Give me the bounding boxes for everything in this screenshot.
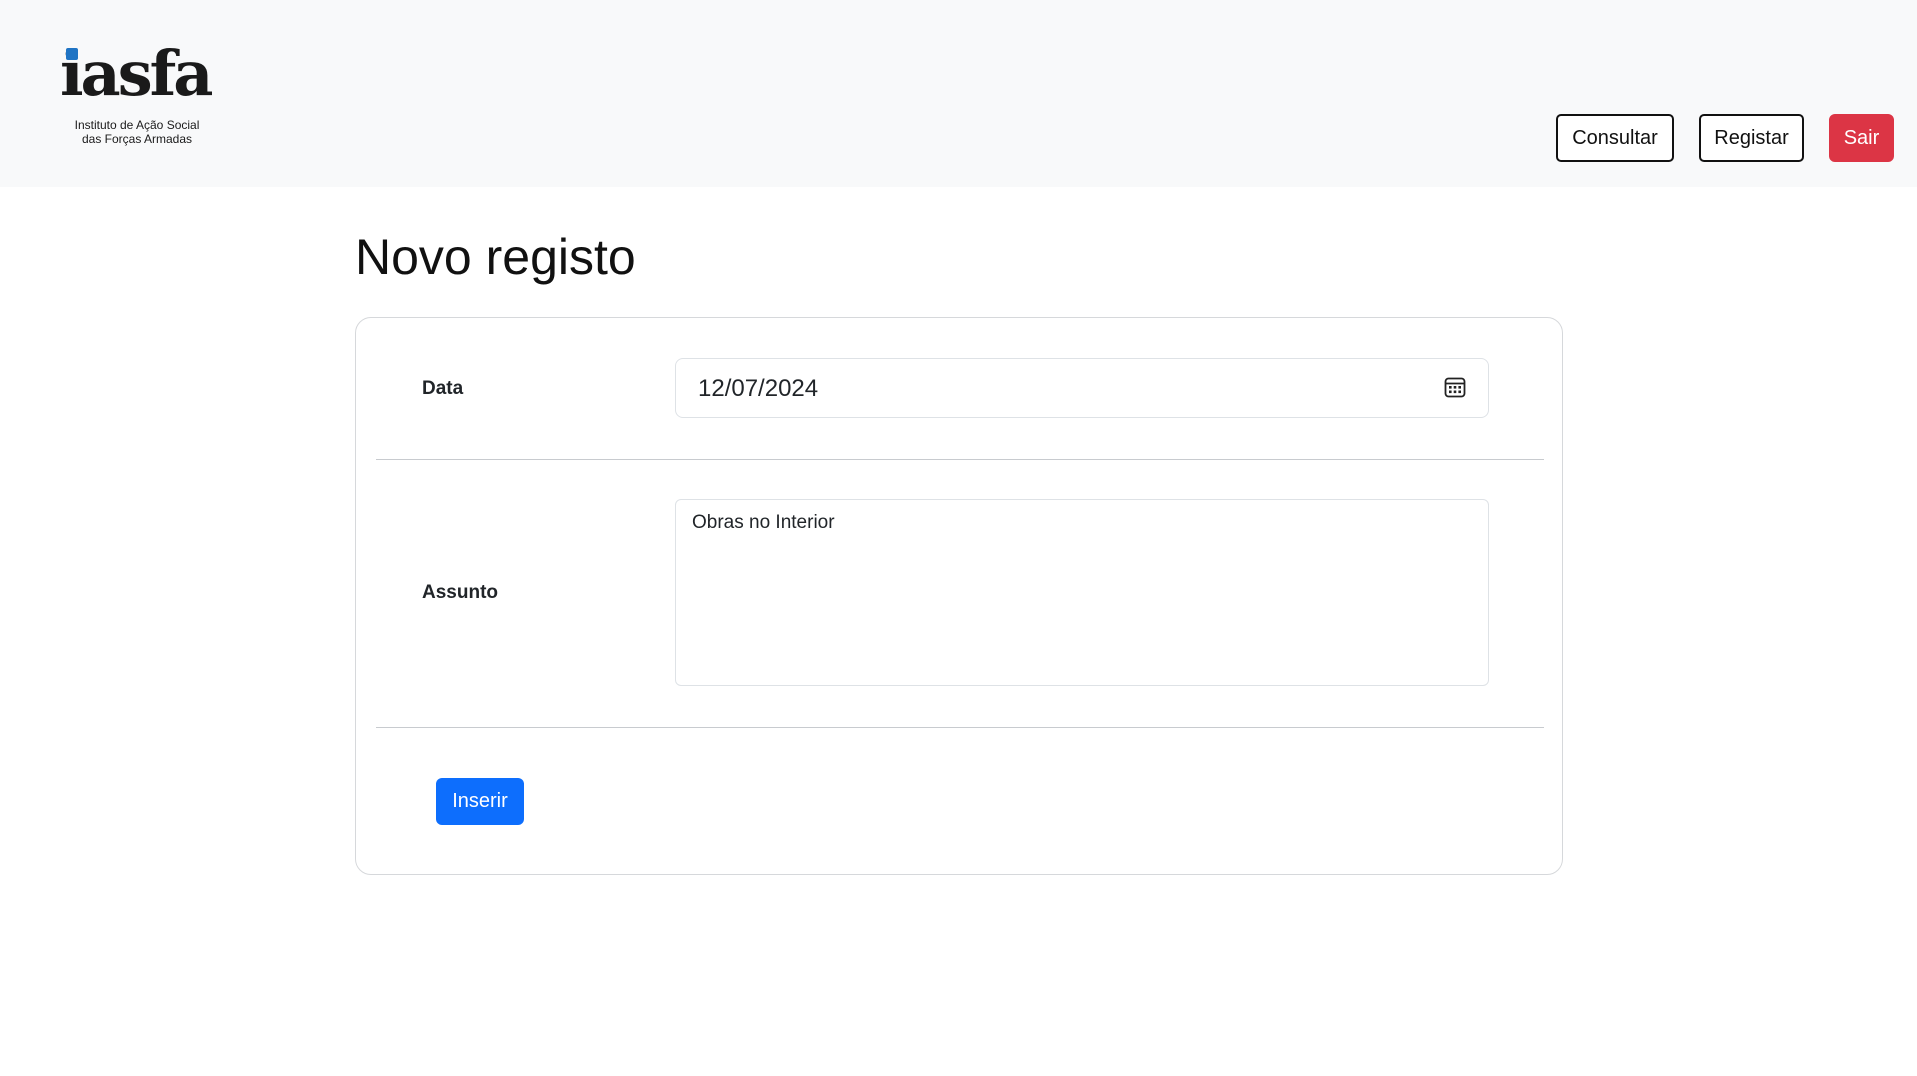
logo-wordmark: iasfa [60,37,213,110]
form-divider [376,727,1544,728]
iasfa-logo[interactable]: iasfa Instituto de Ação Social das Força… [60,37,213,152]
logo-tagline-line1: Instituto de Ação Social [74,118,200,132]
inserir-button[interactable]: Inserir [436,778,524,825]
form-divider [376,459,1544,460]
registar-button[interactable]: Registar [1699,114,1804,162]
logo-tagline-line2: das Forças Armadas [81,132,193,146]
assunto-label: Assunto [422,582,498,603]
sair-button[interactable]: Sair [1829,114,1894,162]
assunto-textarea[interactable]: Obras no Interior [675,499,1489,686]
data-label: Data [422,378,464,399]
header: iasfa Instituto de Ação Social das Força… [0,0,1917,187]
data-date-value: 12/07/2024 [698,375,819,402]
logo-accent-icon [66,48,78,60]
logo-tagline: Instituto de Ação Social das Forças Arma… [62,118,212,146]
calendar-icon[interactable] [1444,376,1466,398]
consultar-button[interactable]: Consultar [1556,114,1674,162]
data-date-input[interactable]: 12/07/2024 [675,358,1489,418]
register-form-card: Data 12/07/2024 Assunto Obras no Interio… [355,317,1563,875]
page-title: Novo registo [355,229,636,285]
